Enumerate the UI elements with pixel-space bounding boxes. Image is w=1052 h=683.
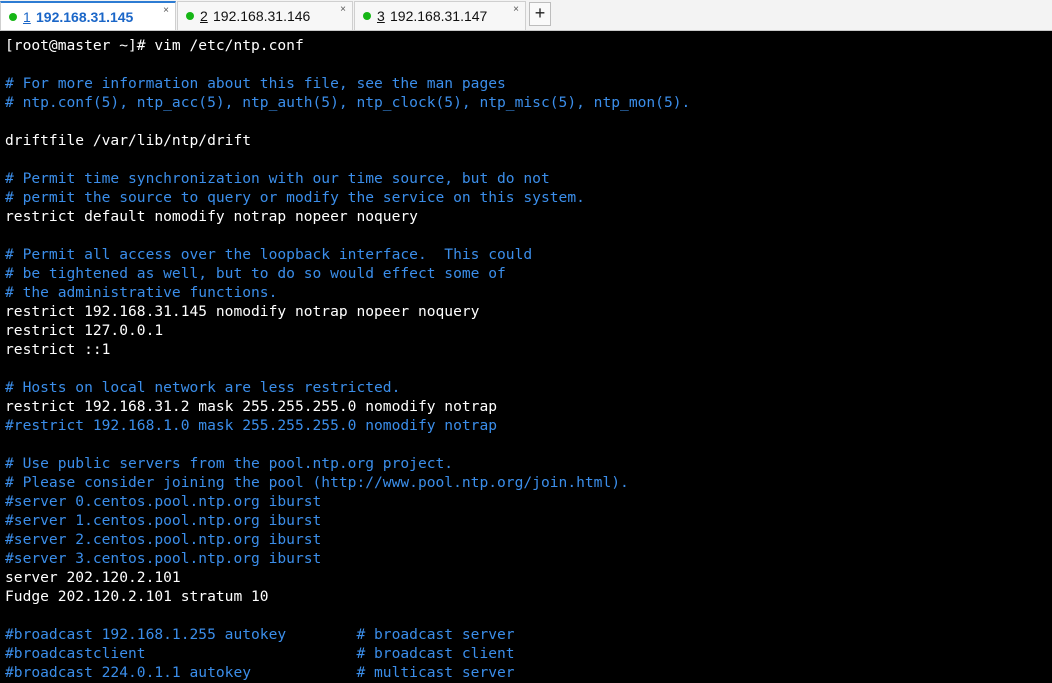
config-line: restrict default nomodify notrap nopeer … (5, 208, 418, 225)
connected-dot-icon (9, 13, 17, 21)
close-icon[interactable]: × (513, 5, 519, 15)
config-comment-line: # be tightened as well, but to do so wou… (5, 265, 506, 282)
config-comment-line: #broadcastclient # broadcast client (5, 645, 515, 662)
tab-label: 192.168.31.146 (213, 8, 311, 24)
config-comment-line: # For more information about this file, … (5, 75, 506, 92)
config-comment-line: #restrict 192.168.1.0 mask 255.255.255.0… (5, 417, 498, 434)
config-comment-line: # Please consider joining the pool (http… (5, 474, 629, 491)
config-comment-line: # Permit time synchronization with our t… (5, 170, 550, 187)
config-line: driftfile /var/lib/ntp/drift (5, 132, 252, 149)
close-icon[interactable]: × (163, 6, 169, 16)
tab-label: 192.168.31.145 (36, 9, 134, 25)
config-comment-line: # Hosts on local network are less restri… (5, 379, 401, 396)
config-comment-line: #broadcast 224.0.1.1 autokey # multicast… (5, 664, 515, 681)
config-comment-line: #server 2.centos.pool.ntp.org iburst (5, 531, 322, 548)
config-comment-line: # ntp.conf(5), ntp_acc(5), ntp_auth(5), … (5, 94, 691, 111)
config-comment-line: # permit the source to query or modify t… (5, 189, 585, 206)
connected-dot-icon (186, 12, 194, 20)
tab-number: 2 (200, 8, 208, 24)
config-line: restrict ::1 (5, 341, 111, 358)
config-comment-line: # Use public servers from the pool.ntp.o… (5, 455, 454, 472)
terminal-output[interactable]: [root@master ~]# vim /etc/ntp.conf # For … (0, 31, 1052, 683)
close-icon[interactable]: × (340, 5, 346, 15)
session-tab-bar: 1 192.168.31.145 × 2 192.168.31.146 × 3 … (0, 0, 1052, 31)
config-line: Fudge 202.120.2.101 stratum 10 (5, 588, 269, 605)
config-comment-line: #server 3.centos.pool.ntp.org iburst (5, 550, 322, 567)
terminal-window: 1 192.168.31.145 × 2 192.168.31.146 × 3 … (0, 0, 1052, 683)
tab-session-1[interactable]: 1 192.168.31.145 × (0, 1, 176, 30)
tab-label: 192.168.31.147 (390, 8, 488, 24)
tab-number: 3 (377, 8, 385, 24)
tab-session-2[interactable]: 2 192.168.31.146 × (177, 1, 353, 30)
config-line: restrict 192.168.31.145 nomodify notrap … (5, 303, 480, 320)
config-comment-line: # the administrative functions. (5, 284, 278, 301)
tab-number: 1 (23, 9, 31, 25)
config-line: server 202.120.2.101 (5, 569, 181, 586)
config-line: restrict 127.0.0.1 (5, 322, 164, 339)
config-comment-line: #server 0.centos.pool.ntp.org iburst (5, 493, 322, 510)
config-comment-line: #broadcast 192.168.1.255 autokey # broad… (5, 626, 515, 643)
connected-dot-icon (363, 12, 371, 20)
config-comment-line: # Permit all access over the loopback in… (5, 246, 533, 263)
config-line: [root@master ~]# vim /etc/ntp.conf (5, 37, 304, 54)
config-line: restrict 192.168.31.2 mask 255.255.255.0… (5, 398, 498, 415)
tab-session-3[interactable]: 3 192.168.31.147 × (354, 1, 526, 30)
new-tab-button[interactable]: + (529, 2, 551, 26)
config-comment-line: #server 1.centos.pool.ntp.org iburst (5, 512, 322, 529)
